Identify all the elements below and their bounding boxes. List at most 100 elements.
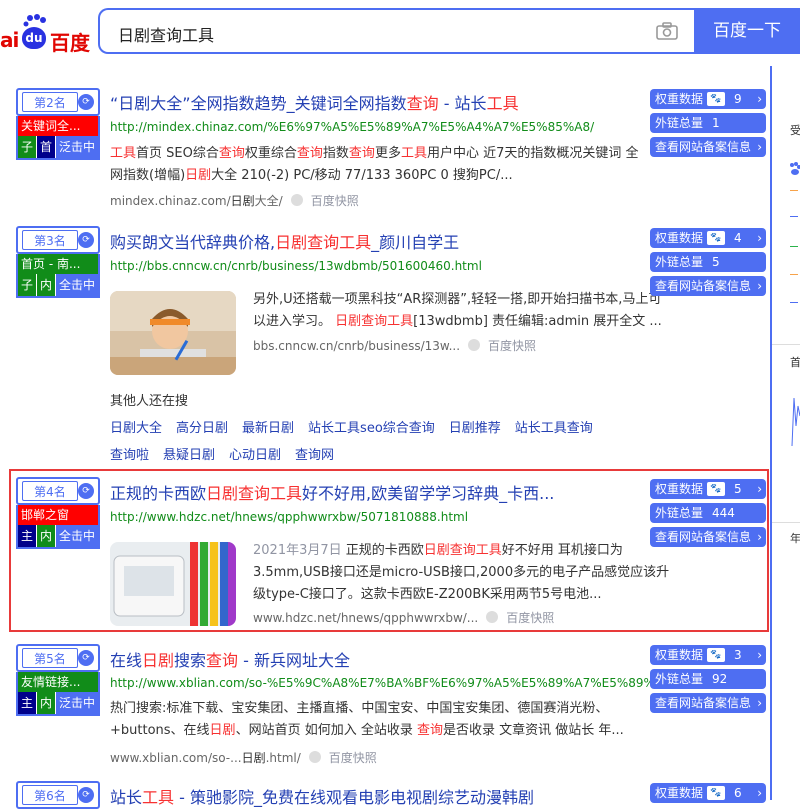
- divider: [772, 522, 800, 523]
- site-stats: 权重数据 🐾 4 › 外链总量 5 查看网站备案信息 ›: [650, 228, 766, 300]
- rank-badge[interactable]: 第6名 ⟳: [16, 781, 100, 809]
- weight-data-button[interactable]: 权重数据 🐾 9 ›: [650, 89, 766, 109]
- snapshot-icon: [308, 751, 321, 763]
- backlinks-button[interactable]: 外链总量 92: [650, 669, 766, 689]
- mini-chart-line: [790, 302, 798, 303]
- tag-box: 友情链接... 主 内 泛击中: [16, 672, 100, 716]
- related-heading: 其他人还在搜: [110, 394, 189, 409]
- search-query[interactable]: 日剧查询工具: [118, 22, 214, 46]
- related-link[interactable]: 最新日剧: [242, 417, 294, 436]
- meta-url[interactable]: www.hdzc.net/hnews/qpphwwrxbw/...: [253, 611, 478, 625]
- beian-button[interactable]: 查看网站备案信息 ›: [650, 693, 766, 713]
- chevron-right-icon: ›: [757, 140, 762, 154]
- result-url[interactable]: http://mindex.chinaz.com/%E6%97%A5%E5%89…: [110, 120, 594, 134]
- meta-url: 大全/: [254, 194, 283, 208]
- meta-url[interactable]: mindex.chinaz.com/: [110, 194, 231, 208]
- mini-chart-line: [790, 190, 798, 191]
- rank-badge[interactable]: 第5名 ⟳: [16, 644, 100, 672]
- title-text: “日剧大全”全网指数趋势_关键词全网指数: [110, 94, 407, 113]
- related-link[interactable]: 查询网: [295, 444, 334, 463]
- result-title[interactable]: 在线日剧搜索查询 - 新兵网址大全: [110, 647, 350, 671]
- result-url[interactable]: http://www.hdzc.net/hnews/qpphwwrxbw/507…: [110, 510, 468, 524]
- result-thumbnail[interactable]: [110, 291, 236, 375]
- chevron-right-icon: ›: [757, 92, 762, 106]
- meta-url[interactable]: bbs.cnncw.cn/cnrb/business/13w...: [253, 339, 460, 353]
- mini-chart-line: [790, 216, 798, 217]
- related-link[interactable]: 查询啦: [110, 444, 149, 463]
- related-link[interactable]: 悬疑日剧: [163, 444, 215, 463]
- backlinks-button[interactable]: 外链总量 444: [650, 503, 766, 523]
- camera-icon[interactable]: [656, 22, 678, 40]
- paw-icon: 🐾: [707, 92, 725, 106]
- snapshot-link[interactable]: 百度快照: [488, 339, 536, 353]
- chip: 内: [37, 274, 55, 296]
- tag-box: 邯郸之窗 主 内 全击中: [16, 505, 100, 549]
- refresh-icon[interactable]: ⟳: [78, 94, 94, 110]
- result-title[interactable]: “日剧大全”全网指数趋势_关键词全网指数查询 - 站长工具: [110, 90, 519, 114]
- weight-data-button[interactable]: 权重数据 🐾 4 ›: [650, 228, 766, 248]
- result-url[interactable]: http://www.xblian.com/so-%E5%9C%A8%E7%BA…: [110, 676, 682, 690]
- related-link[interactable]: 站长工具seo综合查询: [308, 417, 435, 436]
- keyword-tag[interactable]: 邯郸之窗: [18, 505, 98, 525]
- refresh-icon[interactable]: ⟳: [78, 650, 94, 666]
- chip: 主: [18, 525, 36, 547]
- refresh-icon[interactable]: ⟳: [78, 483, 94, 499]
- related-link[interactable]: 站长工具查询: [515, 417, 593, 436]
- backlinks-button[interactable]: 外链总量 1: [650, 113, 766, 133]
- beian-button[interactable]: 查看网站备案信息 ›: [650, 276, 766, 296]
- related-link[interactable]: 高分日剧: [176, 417, 228, 436]
- weight-data-button[interactable]: 权重数据 🐾 6 ›: [650, 783, 766, 803]
- weight-data-button[interactable]: 权重数据 🐾 3 ›: [650, 645, 766, 665]
- rank-badge[interactable]: 第4名 ⟳: [16, 477, 100, 505]
- backlinks-button[interactable]: 外链总量 5: [650, 252, 766, 272]
- site-stats: 权重数据 🐾 6 ›: [650, 783, 766, 807]
- related-link[interactable]: 心动日剧: [229, 444, 281, 463]
- title-highlight: 工具: [486, 94, 519, 113]
- refresh-icon[interactable]: ⟳: [78, 232, 94, 248]
- rank-badge[interactable]: 第2名 ⟳: [16, 88, 100, 116]
- search-button[interactable]: 百度一下: [694, 8, 800, 54]
- dictionary-device-image: [110, 542, 236, 626]
- rank-label: 第6名: [22, 785, 78, 805]
- keyword-tag[interactable]: 首页 - 南...: [18, 254, 98, 274]
- snapshot-link[interactable]: 百度快照: [311, 194, 359, 208]
- beian-button[interactable]: 查看网站备案信息 ›: [650, 137, 766, 157]
- chip: 子: [18, 274, 36, 296]
- meta-bold: 日剧: [230, 194, 255, 208]
- chip: 内: [37, 692, 55, 714]
- site-stats: 权重数据 🐾 5 › 外链总量 444 查看网站备案信息 ›: [650, 479, 766, 551]
- weight-data-button[interactable]: 权重数据 🐾 5 ›: [650, 479, 766, 499]
- result-snippet: 工具首页 SEO综合查询权重综合查询指数查询更多工具用户中心 近7天的指数概况关…: [110, 146, 639, 183]
- related-link[interactable]: 日剧大全: [110, 417, 162, 436]
- title-highlight: 查询: [406, 94, 439, 113]
- snapshot-link[interactable]: 百度快照: [506, 611, 554, 625]
- result-title[interactable]: 站长工具 - 策驰影院_免费在线观看电影电视剧综艺动漫韩剧: [110, 784, 534, 808]
- logo-text: 百度: [50, 31, 90, 55]
- chip-row: 主 内 全击中: [18, 525, 98, 547]
- result-title[interactable]: 正规的卡西欧日剧查询工具好不好用,欧美留学学习辞典_卡西...: [110, 480, 554, 504]
- rank-label: 第2名: [22, 92, 78, 112]
- result-thumbnail[interactable]: [110, 542, 236, 626]
- rank-label: 第3名: [22, 230, 78, 250]
- search-input[interactable]: 日剧查询工具: [98, 8, 696, 54]
- tag-box: 关键词全... 子 首 泛击中: [16, 116, 100, 160]
- title-text: - 站长: [438, 94, 487, 113]
- right-panel-text: 首: [790, 356, 800, 369]
- chip-row: 主 内 泛击中: [18, 692, 98, 714]
- rank-badge[interactable]: 第3名 ⟳: [16, 226, 100, 254]
- logo-du: du: [22, 27, 46, 49]
- right-panel-text: 受: [790, 124, 800, 137]
- logo-letters: ai: [0, 28, 19, 52]
- meta-url[interactable]: www.xblian.com/so-...: [110, 751, 242, 765]
- refresh-icon[interactable]: ⟳: [78, 787, 94, 803]
- related-link[interactable]: 日剧推荐: [449, 417, 501, 436]
- result-snippet: 2021年3月7日 正规的卡西欧日剧查询工具好不好用 耳机接口为3.5mm,US…: [253, 543, 670, 602]
- keyword-tag[interactable]: 友情链接...: [18, 672, 98, 692]
- result-meta: www.xblian.com/so-...日剧.html/百度快照: [110, 751, 377, 765]
- beian-button[interactable]: 查看网站备案信息 ›: [650, 527, 766, 547]
- result-url[interactable]: http://bbs.cnncw.cn/cnrb/business/13wdbm…: [110, 259, 482, 273]
- result-title[interactable]: 购买朗文当代辞典价格,日剧查询工具_颜川自学王: [110, 229, 459, 253]
- snapshot-link[interactable]: 百度快照: [329, 751, 377, 765]
- chip-row: 子 首 泛击中: [18, 136, 98, 158]
- keyword-tag[interactable]: 关键词全...: [18, 116, 98, 136]
